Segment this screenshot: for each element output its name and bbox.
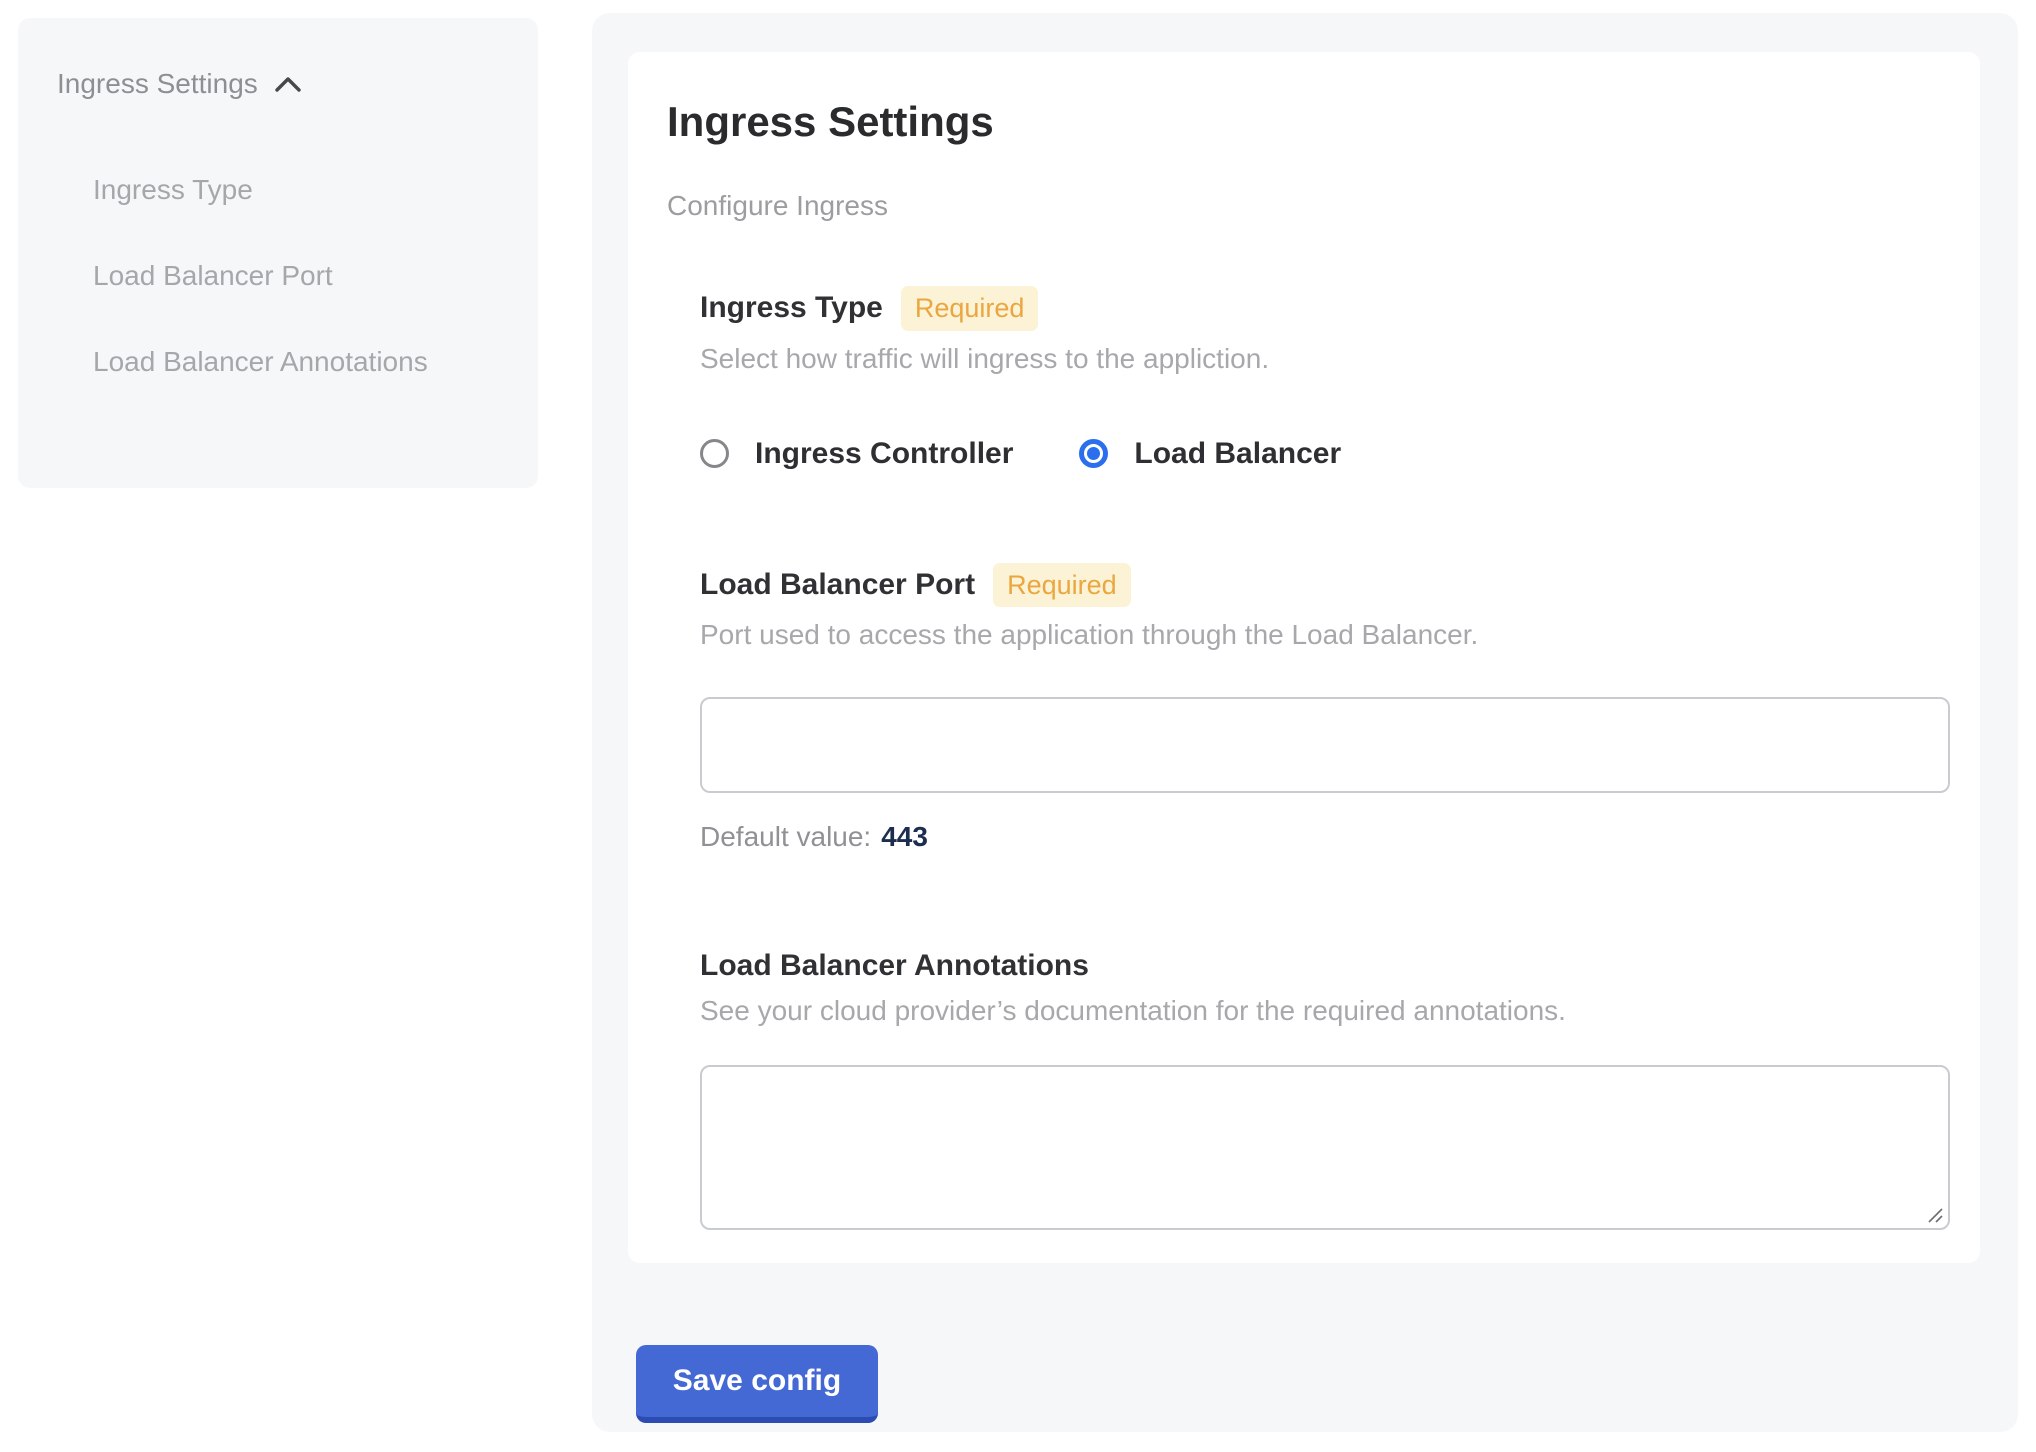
- ingress-settings-page: Ingress Settings Ingress Type Load Balan…: [0, 0, 2036, 1452]
- field-group-load-balancer-annotations: Load Balancer Annotations See your cloud…: [700, 949, 1950, 1230]
- resize-handle-icon[interactable]: [1921, 1201, 1945, 1225]
- save-config-button[interactable]: Save config: [636, 1345, 878, 1423]
- load-balancer-annotations-description: See your cloud provider’s documentation …: [700, 995, 1950, 1027]
- radio-option-ingress-controller[interactable]: Ingress Controller: [700, 437, 1013, 471]
- sidebar-section-ingress-settings[interactable]: Ingress Settings: [57, 54, 302, 114]
- chevron-up-icon: [274, 75, 302, 93]
- load-balancer-port-input[interactable]: [700, 697, 1950, 793]
- radio-option-load-balancer[interactable]: Load Balancer: [1079, 437, 1341, 471]
- default-value-number: 443: [881, 821, 928, 852]
- sidebar-item-load-balancer-port[interactable]: Load Balancer Port: [93, 246, 453, 306]
- ingress-type-label: Ingress Type: [700, 291, 883, 325]
- sidebar-item-ingress-type[interactable]: Ingress Type: [93, 160, 453, 220]
- ingress-type-description: Select how traffic will ingress to the a…: [700, 343, 1950, 375]
- sidebar-item-load-balancer-annotations[interactable]: Load Balancer Annotations: [93, 332, 453, 392]
- field-group-load-balancer-port: Load Balancer Port Required Port used to…: [700, 563, 1950, 853]
- radio-unselected-icon[interactable]: [700, 439, 729, 468]
- radio-label-ingress-controller: Ingress Controller: [755, 437, 1013, 471]
- default-value-label: Default value:: [700, 821, 871, 852]
- annotations-textarea-wrap: [700, 1065, 1950, 1230]
- ingress-settings-card: Ingress Settings Configure Ingress Ingre…: [628, 52, 1980, 1263]
- radio-label-load-balancer: Load Balancer: [1134, 437, 1341, 471]
- load-balancer-port-description: Port used to access the application thro…: [700, 619, 1950, 651]
- settings-nav-sidebar: Ingress Settings Ingress Type Load Balan…: [18, 18, 538, 488]
- sidebar-section-label: Ingress Settings: [57, 54, 258, 114]
- load-balancer-annotations-label: Load Balancer Annotations: [700, 949, 1089, 983]
- radio-dot: [1087, 447, 1100, 460]
- default-value-row: Default value: 443: [700, 821, 1950, 853]
- ingress-type-radio-group: Ingress Controller Load Balancer: [700, 437, 1950, 471]
- radio-selected-icon[interactable]: [1079, 439, 1108, 468]
- page-title: Ingress Settings: [667, 98, 1950, 146]
- required-badge: Required: [901, 286, 1039, 330]
- load-balancer-port-label: Load Balancer Port: [700, 568, 975, 602]
- page-subtitle: Configure Ingress: [667, 190, 1950, 222]
- main-panel: Ingress Settings Configure Ingress Ingre…: [592, 13, 2018, 1432]
- field-group-ingress-type: Ingress Type Required Select how traffic…: [700, 286, 1950, 470]
- load-balancer-annotations-textarea[interactable]: [700, 1065, 1950, 1230]
- required-badge: Required: [993, 563, 1131, 607]
